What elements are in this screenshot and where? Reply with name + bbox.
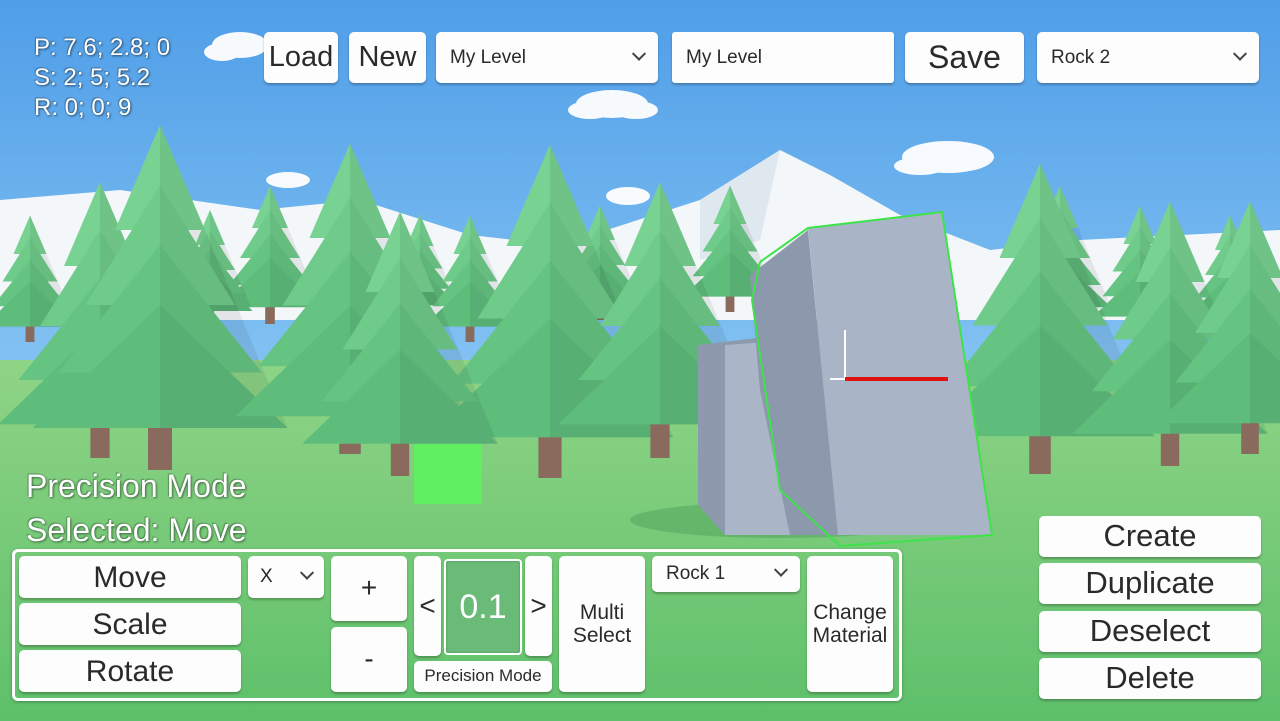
increment-button[interactable]: + — [331, 556, 407, 621]
delete-button[interactable]: Delete — [1039, 658, 1261, 699]
chevron-down-icon — [631, 46, 647, 61]
axis-dropdown[interactable]: X — [248, 556, 324, 598]
rotation-readout: R: 0; 0; 9 — [34, 94, 132, 121]
object-dropdown-value: Rock 2 — [1051, 46, 1111, 68]
level-name-input[interactable]: My Level — [672, 32, 894, 83]
move-button[interactable]: Move — [19, 556, 241, 598]
chevron-down-icon — [773, 562, 789, 577]
position-readout: P: 7.6; 2.8; 0 — [34, 34, 171, 61]
load-button[interactable]: Load — [264, 32, 338, 83]
level-dropdown[interactable]: My Level — [436, 32, 658, 83]
material-dropdown-value: Rock 1 — [666, 563, 726, 584]
axis-dropdown-value: X — [260, 566, 273, 587]
deselect-button[interactable]: Deselect — [1039, 611, 1261, 652]
precision-mode-button[interactable]: Precision Mode — [414, 661, 552, 692]
chevron-down-icon — [299, 565, 315, 580]
new-button[interactable]: New — [349, 32, 426, 83]
create-button[interactable]: Create — [1039, 516, 1261, 557]
precision-value: 0.1 — [444, 559, 522, 655]
change-material-button[interactable]: Change Material — [807, 556, 893, 692]
green-cube[interactable] — [414, 444, 482, 504]
multi-select-button[interactable]: Multi Select — [559, 556, 645, 692]
rotate-button[interactable]: Rotate — [19, 650, 241, 692]
scale-readout: S: 2; 5; 5.2 — [34, 64, 151, 91]
level-name-value: My Level — [686, 46, 763, 68]
object-dropdown[interactable]: Rock 2 — [1037, 32, 1259, 83]
material-dropdown[interactable]: Rock 1 — [652, 556, 800, 592]
duplicate-button[interactable]: Duplicate — [1039, 563, 1261, 604]
save-button[interactable]: Save — [905, 32, 1024, 83]
chevron-down-icon — [1232, 46, 1248, 61]
scale-button[interactable]: Scale — [19, 603, 241, 645]
mode-label: Precision Mode — [26, 468, 247, 504]
precision-increase-button[interactable]: > — [525, 556, 552, 656]
level-dropdown-value: My Level — [450, 46, 527, 68]
selected-tool-label: Selected: Move — [26, 512, 247, 548]
precision-decrease-button[interactable]: < — [414, 556, 441, 656]
decrement-button[interactable]: - — [331, 627, 407, 692]
